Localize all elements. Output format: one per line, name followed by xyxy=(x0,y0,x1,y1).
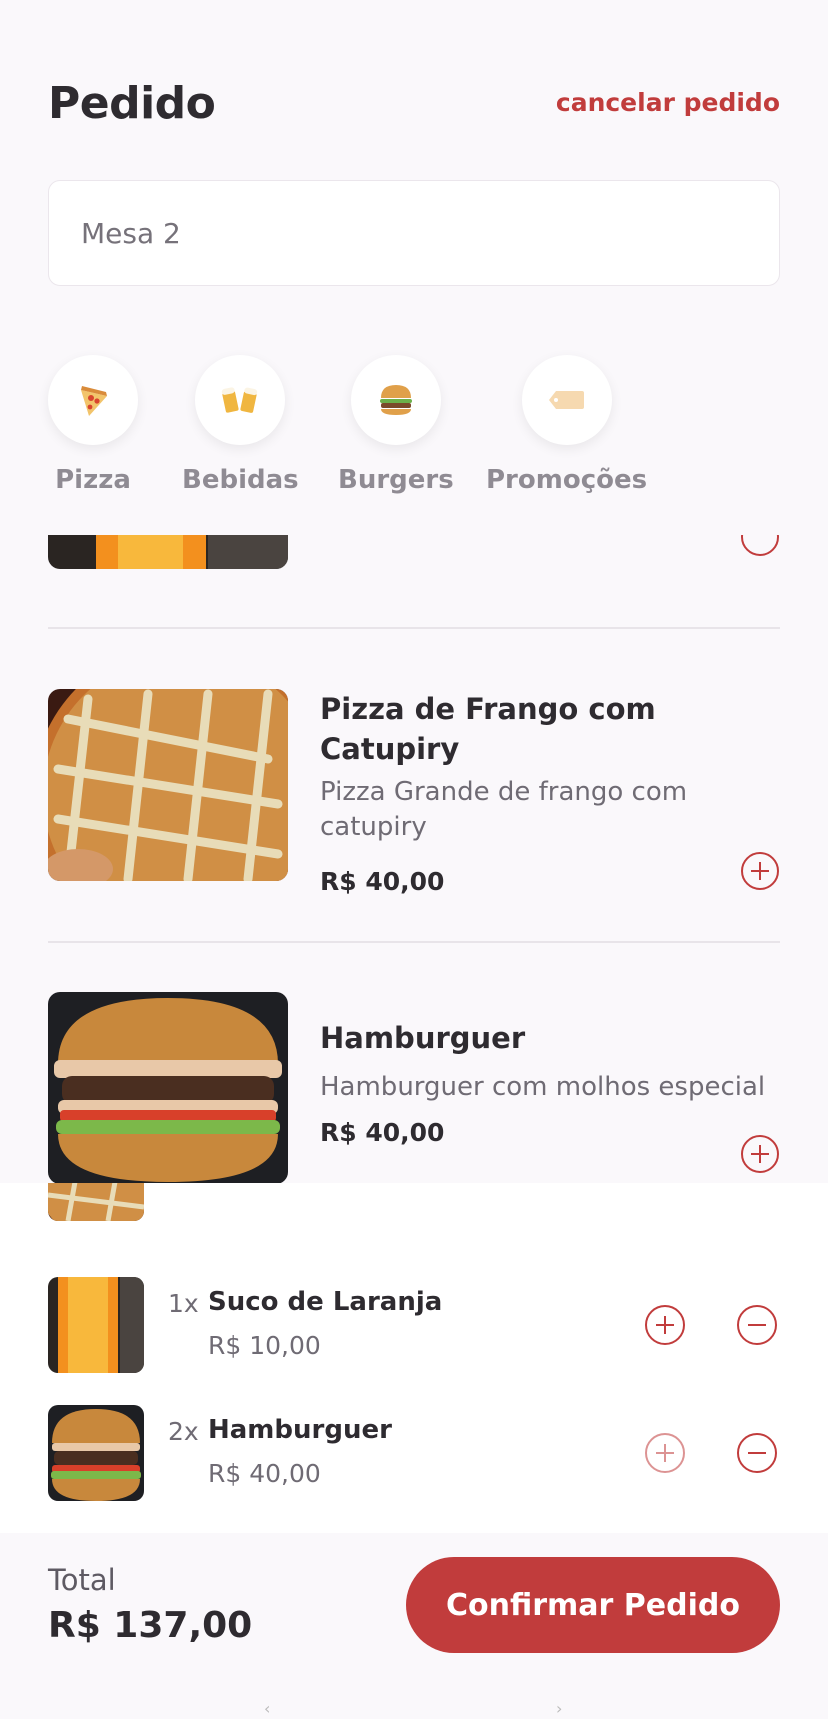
category-label: Burgers xyxy=(338,465,454,495)
cart-item-image xyxy=(48,1277,144,1373)
beer-mugs-icon xyxy=(222,387,258,413)
decrease-icon[interactable] xyxy=(736,1432,778,1474)
menu-item-name: Hamburguer xyxy=(320,1021,526,1055)
divider xyxy=(48,627,780,629)
menu-list[interactable]: Pizza de Frango com Catupiry Pizza Grand… xyxy=(0,535,828,1183)
cart-item-qty: 1x xyxy=(168,1289,199,1318)
confirm-order-button[interactable]: Confirmar Pedido xyxy=(406,1557,780,1653)
category-burgers-circle xyxy=(350,355,441,445)
category-pizza-circle xyxy=(48,355,138,445)
hamburger-image xyxy=(48,992,288,1183)
add-icon[interactable] xyxy=(740,535,780,557)
increase-icon[interactable] xyxy=(644,1304,686,1346)
menu-item[interactable]: Pizza de Frango com Catupiry Pizza Grand… xyxy=(48,689,780,896)
cart-item-image xyxy=(48,1405,144,1501)
add-icon[interactable] xyxy=(740,1134,780,1174)
cart-item-price: R$ 40,00 xyxy=(208,1459,321,1488)
decrease-icon[interactable] xyxy=(736,1304,778,1346)
category-burgers[interactable]: Burgers xyxy=(338,355,454,495)
cart-row: 1x Suco de Laranja R$ 10,00 xyxy=(48,1277,780,1373)
category-label: Promoções xyxy=(486,465,648,495)
increase-icon[interactable] xyxy=(644,1432,686,1474)
category-bar: Pizza Bebidas Burgers Promoções xyxy=(40,355,800,505)
menu-item-price: R$ 40,00 xyxy=(320,1118,445,1147)
cart-item-image xyxy=(48,1183,144,1221)
category-promocoes-circle xyxy=(521,355,612,445)
menu-item-price: R$ 40,00 xyxy=(320,867,445,896)
burger-icon xyxy=(379,385,412,415)
menu-item[interactable]: Hamburguer Hamburguer com molhos especia… xyxy=(48,992,780,1183)
divider xyxy=(48,941,780,943)
page-header: Pedido cancelar pedido xyxy=(48,78,780,134)
cart-list[interactable]: 1x Suco de Laranja R$ 10,00 2x Hamburgue… xyxy=(0,1183,828,1533)
menu-item-description: Hamburguer com molhos especial xyxy=(320,1072,766,1102)
order-footer: Total R$ 137,00 Confirmar Pedido ‹ › xyxy=(0,1533,828,1719)
cart-item-qty: 2x xyxy=(168,1417,199,1446)
juice-image xyxy=(48,535,288,569)
add-icon[interactable] xyxy=(740,851,780,891)
table-name-input[interactable]: Mesa 2 xyxy=(48,180,780,286)
cart-item-name: Suco de Laranja xyxy=(208,1287,443,1317)
nav-forward-hint-icon: › xyxy=(556,1699,563,1718)
cancel-order-link[interactable]: cancelar pedido xyxy=(556,88,780,117)
menu-item-partial xyxy=(48,535,780,577)
category-label: Bebidas xyxy=(182,465,299,495)
total-label: Total xyxy=(48,1563,116,1597)
menu-item-name: Pizza de Frango com Catupiry xyxy=(320,692,656,766)
cart-row-partial xyxy=(48,1183,780,1221)
category-promocoes[interactable]: Promoções xyxy=(486,355,647,495)
menu-item-description: Pizza Grande de frango com catupiry xyxy=(320,777,688,842)
nav-back-hint-icon: ‹ xyxy=(264,1699,271,1718)
pizza-image xyxy=(48,689,288,881)
category-bebidas[interactable]: Bebidas xyxy=(182,355,299,495)
price-tag-icon xyxy=(548,391,584,409)
cart-item-price: R$ 10,00 xyxy=(208,1331,321,1360)
cart-item-name: Hamburguer xyxy=(208,1415,392,1445)
category-pizza[interactable]: Pizza xyxy=(48,355,138,495)
cart-row: 2x Hamburguer R$ 40,00 xyxy=(48,1405,780,1501)
total-value: R$ 137,00 xyxy=(48,1605,253,1646)
category-label: Pizza xyxy=(55,465,131,495)
category-bebidas-circle xyxy=(195,355,286,445)
pizza-icon xyxy=(81,386,107,416)
page-title: Pedido xyxy=(48,78,216,129)
